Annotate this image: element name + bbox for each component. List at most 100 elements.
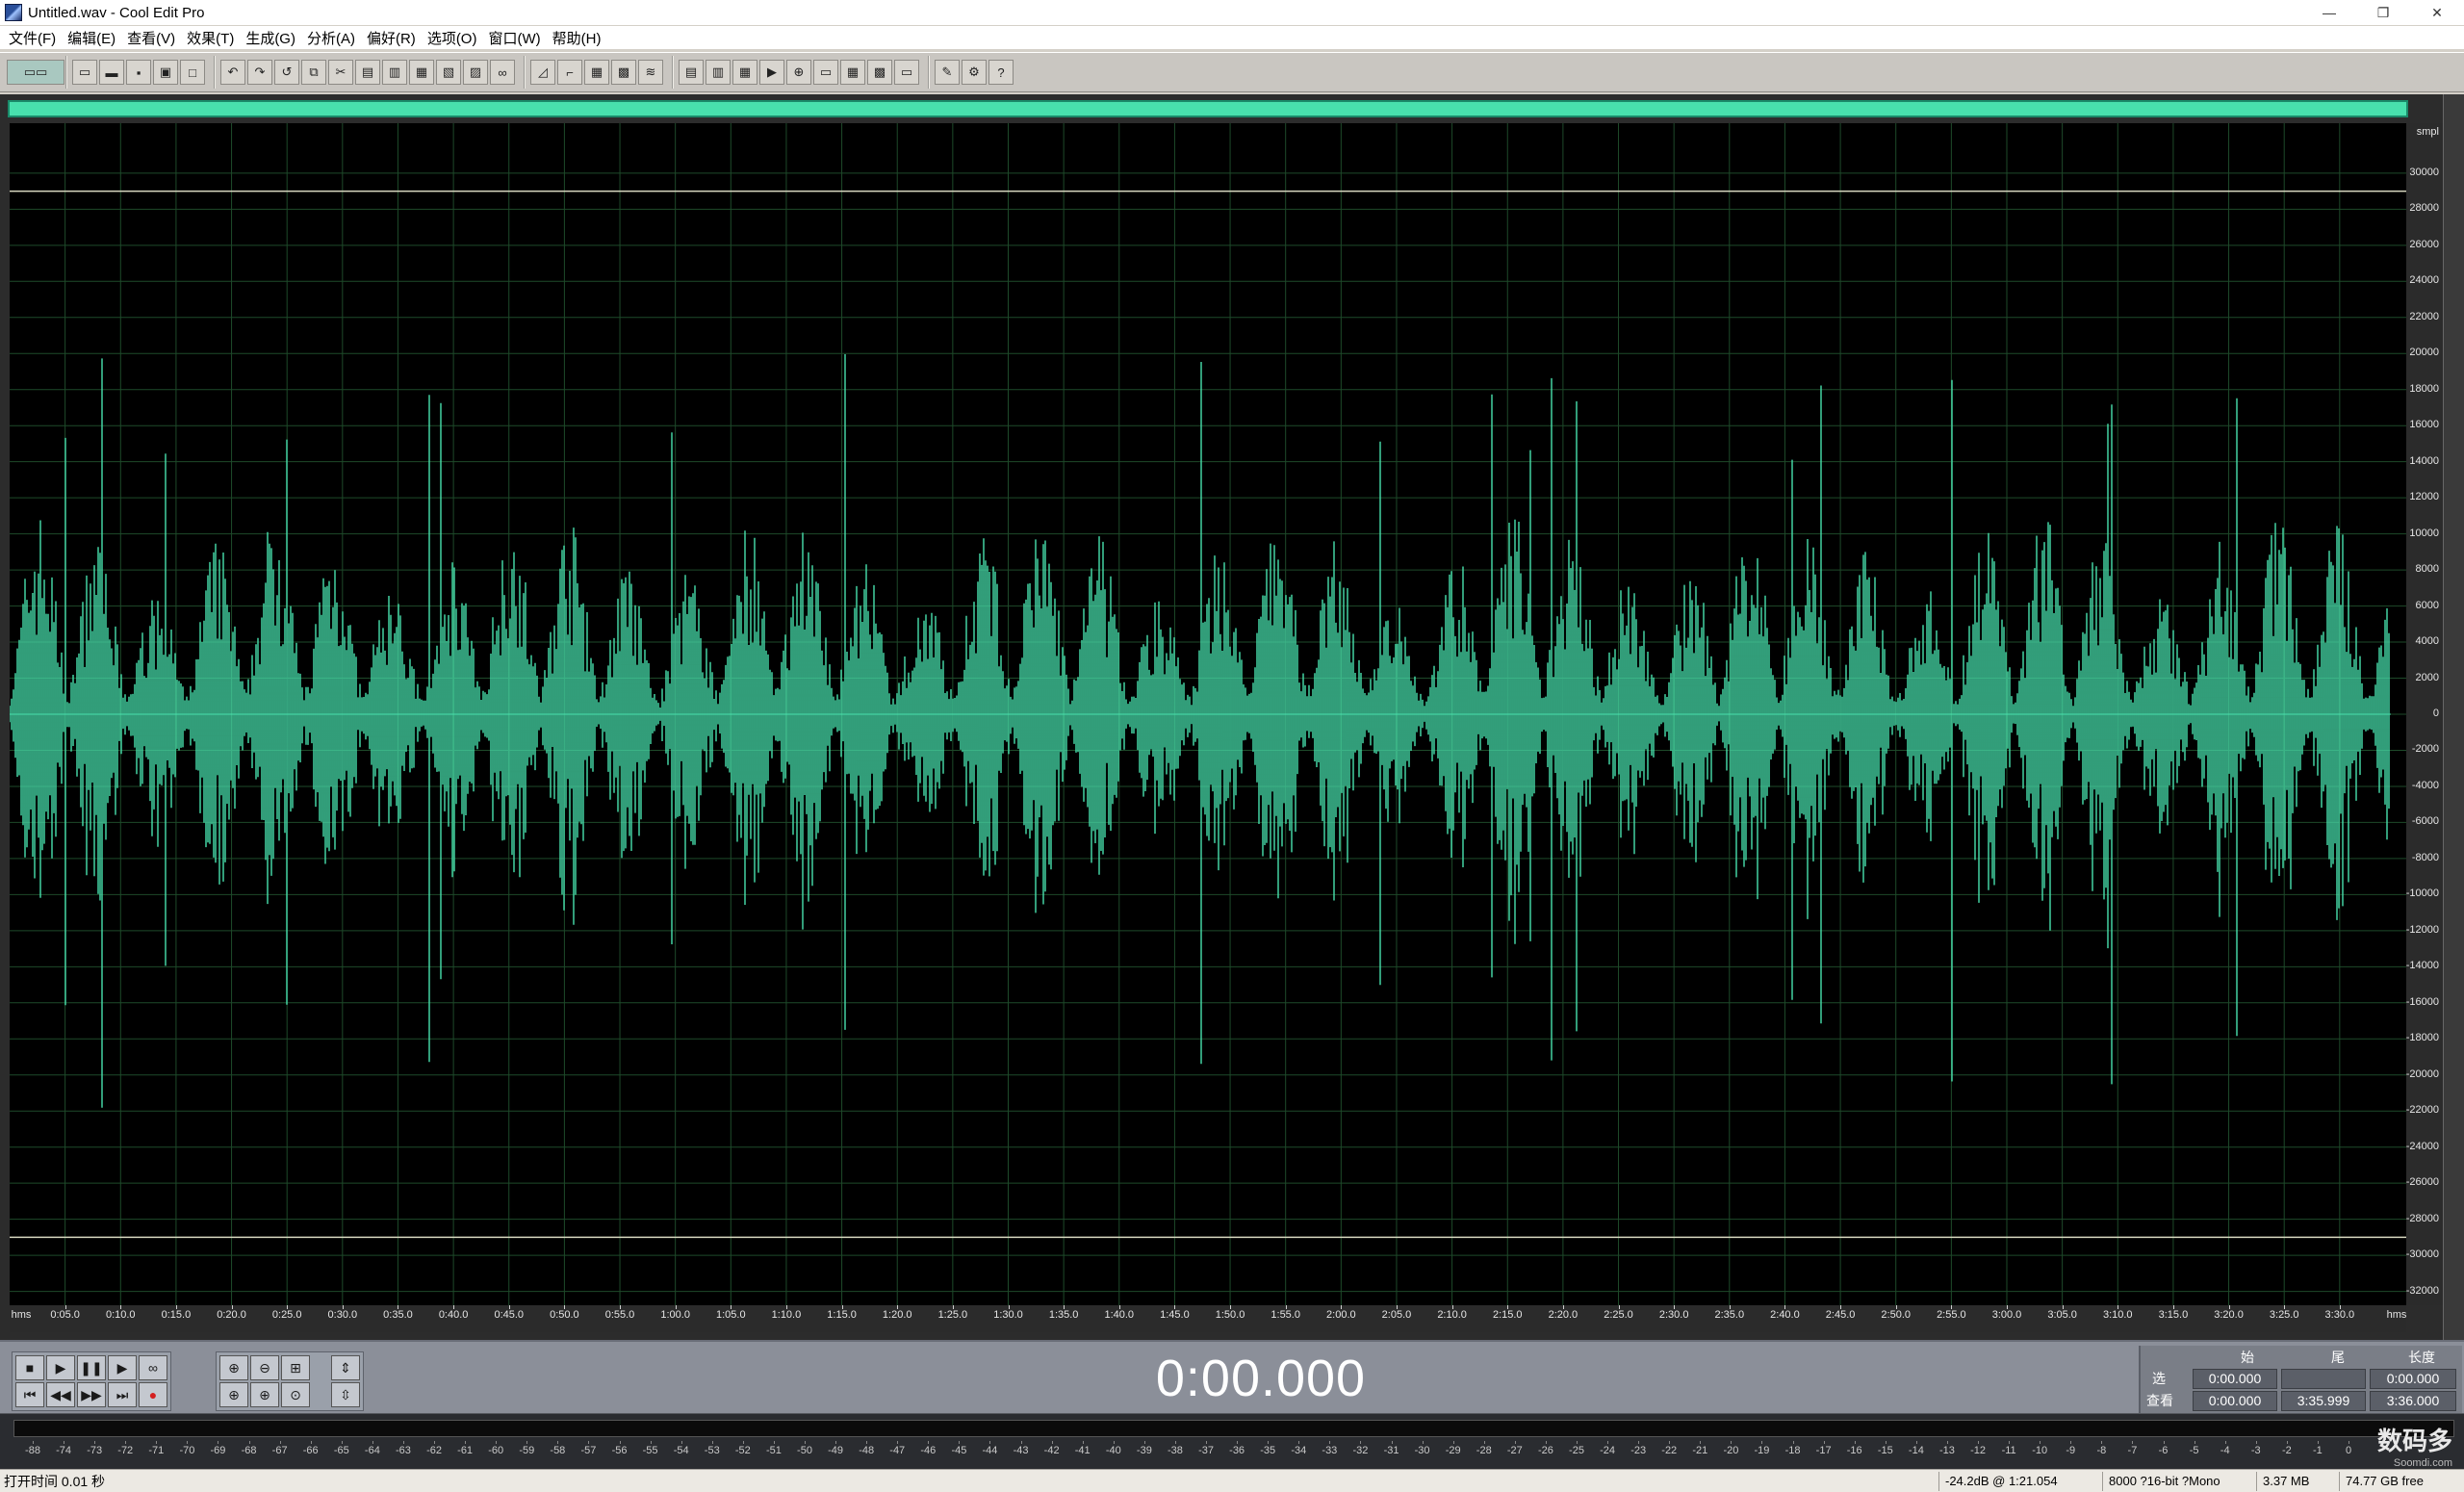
crop-icon[interactable]: ▨: [463, 60, 488, 85]
loop-icon[interactable]: ∞: [139, 1355, 167, 1380]
meter-tick: -46: [920, 1445, 937, 1456]
watermark: 数码多 Soomdi.com: [2377, 1422, 2452, 1469]
amplitude-tick: -4000: [2411, 779, 2439, 791]
amplify-icon[interactable]: ▩: [611, 60, 636, 85]
menu-analyze[interactable]: 分析(A): [304, 28, 364, 48]
wave-icon[interactable]: ≋: [638, 60, 663, 85]
meter-tick-mark: [1206, 1441, 1208, 1444]
time-tick: 3:25.0: [2269, 1309, 2299, 1321]
record-icon[interactable]: ●: [139, 1382, 167, 1407]
menu-effects[interactable]: 效果(T): [184, 28, 243, 48]
batch-icon[interactable]: ⚙: [962, 60, 987, 85]
zoom-icon[interactable]: ⊕: [786, 60, 811, 85]
view-end-field[interactable]: 3:35.999: [2281, 1391, 2366, 1411]
overview-bar[interactable]: [8, 100, 2408, 117]
dither-icon[interactable]: ▥: [706, 60, 731, 85]
repeat-icon[interactable]: ↺: [274, 60, 299, 85]
selection-end-field[interactable]: [2281, 1369, 2366, 1389]
open-file-icon[interactable]: ▬: [99, 60, 124, 85]
stop-icon[interactable]: ■: [15, 1355, 44, 1380]
play-to-end-icon[interactable]: ▶: [108, 1355, 137, 1380]
undo-icon[interactable]: ↶: [220, 60, 245, 85]
time-tick: 1:15.0: [827, 1309, 857, 1321]
menu-window[interactable]: 窗口(W): [485, 28, 549, 48]
go-start-icon[interactable]: ⏮: [15, 1382, 44, 1407]
zoom-out-icon[interactable]: ⊖: [250, 1355, 279, 1380]
help-icon[interactable]: ?: [988, 60, 1014, 85]
zoom-in-vertical-icon[interactable]: ⇕: [331, 1355, 360, 1380]
meter-tick-mark: [650, 1441, 652, 1444]
meter-tick: -28: [1476, 1445, 1492, 1456]
rewind-icon[interactable]: ◀◀: [46, 1382, 75, 1407]
meter-tick: -72: [117, 1445, 134, 1456]
meter-tick-mark: [1174, 1441, 1176, 1444]
menu-edit[interactable]: 编辑(E): [64, 28, 124, 48]
meter-tick-mark: [1946, 1441, 1948, 1444]
new-file-icon[interactable]: ▭: [72, 60, 97, 85]
multitrack-toggle-icon[interactable]: ▭▭: [7, 60, 64, 85]
normalize-icon[interactable]: ▦: [732, 60, 757, 85]
selection-begin-field[interactable]: 0:00.000: [2193, 1369, 2277, 1389]
fast-forward-icon[interactable]: ▶▶: [77, 1382, 106, 1407]
vertical-scroll[interactable]: [2443, 94, 2464, 1340]
play-icon[interactable]: ▶: [46, 1355, 75, 1380]
meter-tick: -37: [1198, 1445, 1214, 1456]
menu-file[interactable]: 文件(F): [6, 28, 64, 48]
menu-options[interactable]: 选项(O): [424, 28, 486, 48]
minimize-button[interactable]: —: [2302, 0, 2356, 25]
meter-tick: -33: [1322, 1445, 1338, 1456]
menu-favorites[interactable]: 偏好(R): [364, 28, 424, 48]
cut-icon[interactable]: ✂: [328, 60, 353, 85]
zoom-full-icon[interactable]: ⊞: [281, 1355, 310, 1380]
waveform-canvas[interactable]: [10, 123, 2406, 1305]
zoom-in-icon[interactable]: ⊕: [219, 1355, 248, 1380]
paste-new-icon[interactable]: ▥: [382, 60, 407, 85]
zoom-out-vertical-icon[interactable]: ⇳: [331, 1382, 360, 1407]
grid-icon[interactable]: ▦: [840, 60, 865, 85]
stretch-icon[interactable]: ⌐: [557, 60, 582, 85]
meter-tick-mark: [1854, 1441, 1856, 1444]
zoom-selection-icon[interactable]: ⊙: [281, 1382, 310, 1407]
envelope-icon[interactable]: ◿: [530, 60, 555, 85]
spectral-icon[interactable]: ▩: [867, 60, 892, 85]
play-icon[interactable]: ▶: [759, 60, 784, 85]
trim-icon[interactable]: ▧: [436, 60, 461, 85]
save-icon[interactable]: ▪: [126, 60, 151, 85]
pause-icon[interactable]: ❚❚: [77, 1355, 106, 1380]
time-ruler[interactable]: hms 0:05.0 0:10.0 0:15.0 0:20.0 0:25.0 0:30.0 0…: [10, 1305, 2406, 1332]
redo-icon[interactable]: ↷: [247, 60, 272, 85]
zoom-left-icon[interactable]: ⊕: [219, 1382, 248, 1407]
close-button[interactable]: ✕: [2410, 0, 2464, 25]
meter-tick-mark: [2101, 1441, 2103, 1444]
close-file-icon[interactable]: □: [180, 60, 205, 85]
meter-tick-mark: [1082, 1441, 1084, 1444]
view-begin-field[interactable]: 0:00.000: [2193, 1391, 2277, 1411]
meter-tick: -43: [1013, 1445, 1029, 1456]
zoom-right-icon[interactable]: ⊕: [250, 1382, 279, 1407]
meter-tick-mark: [1823, 1441, 1825, 1444]
go-end-icon[interactable]: ⏭: [108, 1382, 137, 1407]
copy-icon[interactable]: ⧉: [301, 60, 326, 85]
waveform-display[interactable]: [10, 123, 2406, 1305]
save-as-icon[interactable]: ▣: [153, 60, 178, 85]
mix-paste-icon[interactable]: ▦: [409, 60, 434, 85]
menu-generate[interactable]: 生成(G): [243, 28, 304, 48]
view-length-field[interactable]: 3:36.000: [2370, 1391, 2456, 1411]
settings-icon[interactable]: ▤: [679, 60, 704, 85]
script-icon[interactable]: ✎: [935, 60, 960, 85]
paste-icon[interactable]: ▤: [355, 60, 380, 85]
range-icon[interactable]: ▭: [813, 60, 838, 85]
blank-icon[interactable]: ▭: [894, 60, 919, 85]
menu-view[interactable]: 查看(V): [124, 28, 184, 48]
selection-length-field[interactable]: 0:00.000: [2370, 1369, 2456, 1389]
loop-icon[interactable]: ∞: [490, 60, 515, 85]
meter-tick: -15: [1877, 1445, 1893, 1456]
meter-tick-mark: [526, 1441, 528, 1444]
meter-tick: -13: [1939, 1445, 1955, 1456]
menu-help[interactable]: 帮助(H): [550, 28, 610, 48]
meter-tick: -41: [1074, 1445, 1091, 1456]
maximize-button[interactable]: ❐: [2356, 0, 2410, 25]
multi-icon[interactable]: ▦: [584, 60, 609, 85]
waveform-trace: [10, 354, 2390, 1108]
meter-tick-mark: [1607, 1441, 1609, 1444]
